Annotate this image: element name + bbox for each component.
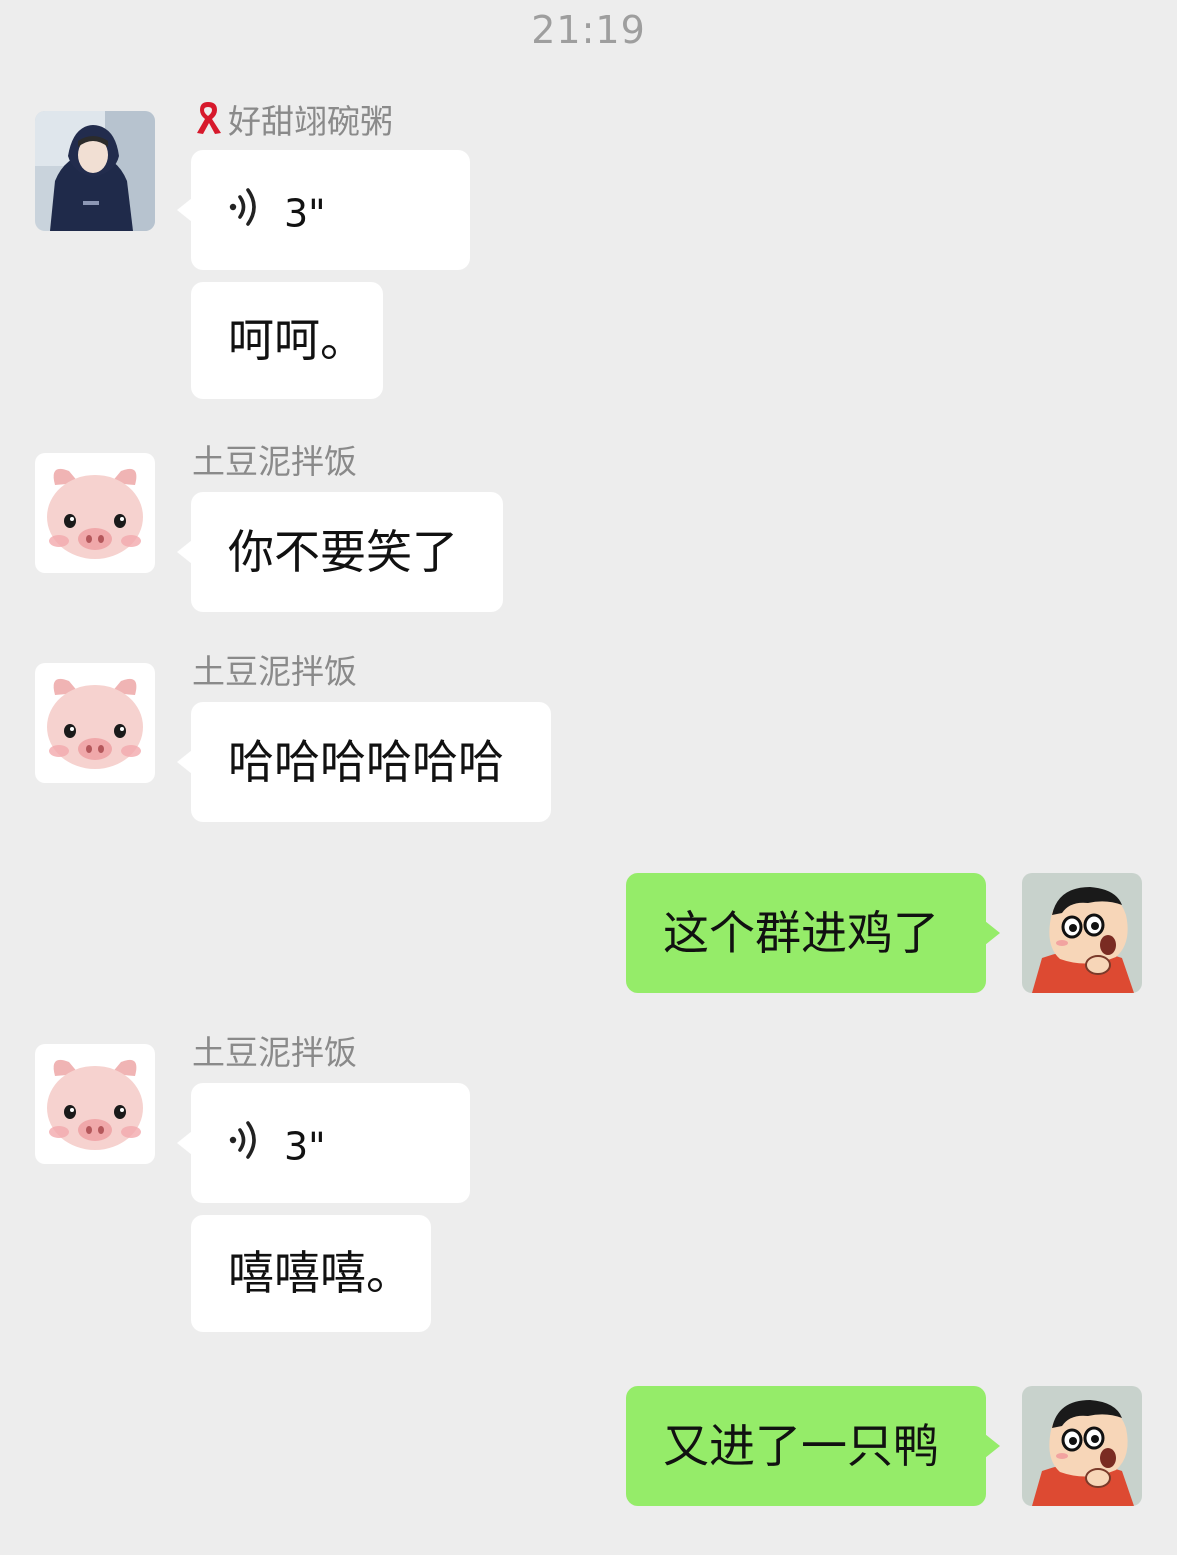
- voice-message-bubble[interactable]: 3": [177, 150, 470, 271]
- text-message-bubble[interactable]: 呵呵。: [191, 282, 383, 399]
- sender-name: 土豆泥拌饭: [192, 1033, 357, 1072]
- text-message-bubble[interactable]: 嘻嘻嘻。: [191, 1215, 431, 1332]
- avatar[interactable]: [35, 111, 155, 231]
- voice-wave-icon: [228, 151, 262, 271]
- text-message-bubble[interactable]: 你不要笑了: [177, 492, 503, 612]
- sender-name: 好甜翊碗粥: [192, 99, 393, 146]
- sender-name: 土豆泥拌饭: [192, 442, 357, 481]
- sender-name: 土豆泥拌饭: [192, 652, 357, 691]
- avatar[interactable]: [35, 663, 155, 783]
- outgoing-message-bubble[interactable]: 这个群进鸡了: [626, 873, 1000, 993]
- my-avatar[interactable]: [1022, 873, 1142, 993]
- message-timestamp: 21:19: [531, 8, 646, 52]
- avatar[interactable]: [35, 1044, 155, 1164]
- avatar[interactable]: [35, 453, 155, 573]
- voice-message-bubble[interactable]: 3": [177, 1083, 470, 1204]
- voice-wave-icon: [228, 1084, 262, 1204]
- text-message-bubble[interactable]: 哈哈哈哈哈哈: [177, 702, 551, 822]
- voice-duration: 3": [284, 191, 326, 236]
- outgoing-message-bubble[interactable]: 又进了一只鸭: [626, 1386, 1000, 1506]
- voice-duration: 3": [284, 1124, 326, 1169]
- red-ribbon-icon: [192, 99, 224, 146]
- my-avatar[interactable]: [1022, 1386, 1142, 1506]
